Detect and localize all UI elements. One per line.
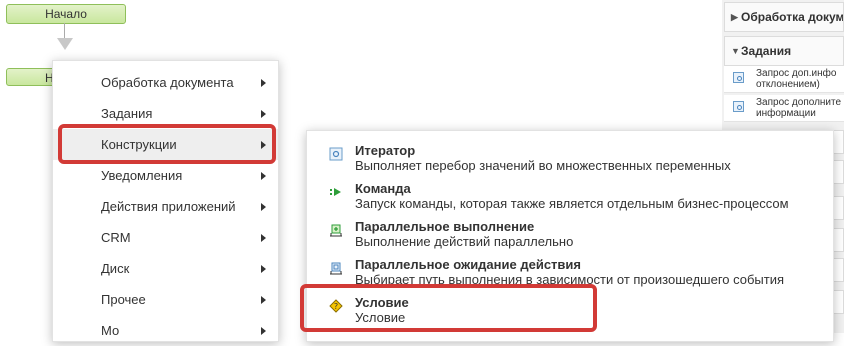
menu-item-disk[interactable]: Диск — [53, 253, 278, 284]
submenu-item-parallel-wait[interactable]: Параллельное ожидание действия Выбирает … — [307, 247, 833, 287]
panel-task-item[interactable]: Запрос доп.инфо отклонением) — [724, 66, 844, 93]
chevron-right-icon — [261, 327, 266, 335]
chevron-right-icon — [261, 265, 266, 273]
menu-item-partial[interactable]: Мо — [53, 315, 278, 346]
panel-section-tasks[interactable]: ▼ Задания — [724, 36, 844, 66]
submenu-item-command[interactable]: Команда Запуск команды, которая также яв… — [307, 171, 833, 211]
add-action-arrow-icon[interactable] — [57, 38, 73, 50]
add-action-menu: Обработка документа Задания Конструкции … — [52, 60, 279, 342]
menu-item-other[interactable]: Прочее — [53, 284, 278, 315]
chevron-right-icon — [261, 203, 266, 211]
panel-task-item[interactable]: Запрос дополните информации — [724, 95, 844, 122]
panel-section-document[interactable]: ▶ Обработка докум — [724, 2, 844, 32]
expand-triangle-icon: ▶ — [731, 12, 738, 22]
connector-line — [64, 23, 65, 39]
menu-item-app-actions[interactable]: Действия приложений — [53, 191, 278, 222]
chevron-right-icon — [261, 172, 266, 180]
highlight-condition — [300, 284, 597, 332]
task-icon — [733, 101, 744, 112]
start-block[interactable]: Начало — [6, 4, 126, 24]
iterator-icon — [329, 147, 343, 161]
chevron-right-icon — [261, 79, 266, 87]
parallel-icon — [330, 224, 342, 237]
collapse-triangle-icon: ▼ — [731, 46, 740, 56]
chevron-right-icon — [261, 110, 266, 118]
task-icon — [733, 72, 744, 83]
submenu-item-parallel[interactable]: Параллельное выполнение Выполнение дейст… — [307, 209, 833, 249]
submenu-item-iterator[interactable]: Итератор Выполняет перебор значений во м… — [307, 133, 833, 173]
menu-item-document-processing[interactable]: Обработка документа — [53, 67, 278, 98]
chevron-right-icon — [261, 234, 266, 242]
menu-item-crm[interactable]: CRM — [53, 222, 278, 253]
highlight-constructions — [58, 124, 276, 164]
menu-item-notifications[interactable]: Уведомления — [53, 160, 278, 191]
chevron-right-icon — [261, 296, 266, 304]
command-arrow-icon — [330, 188, 341, 196]
parallel-wait-icon — [330, 262, 342, 275]
